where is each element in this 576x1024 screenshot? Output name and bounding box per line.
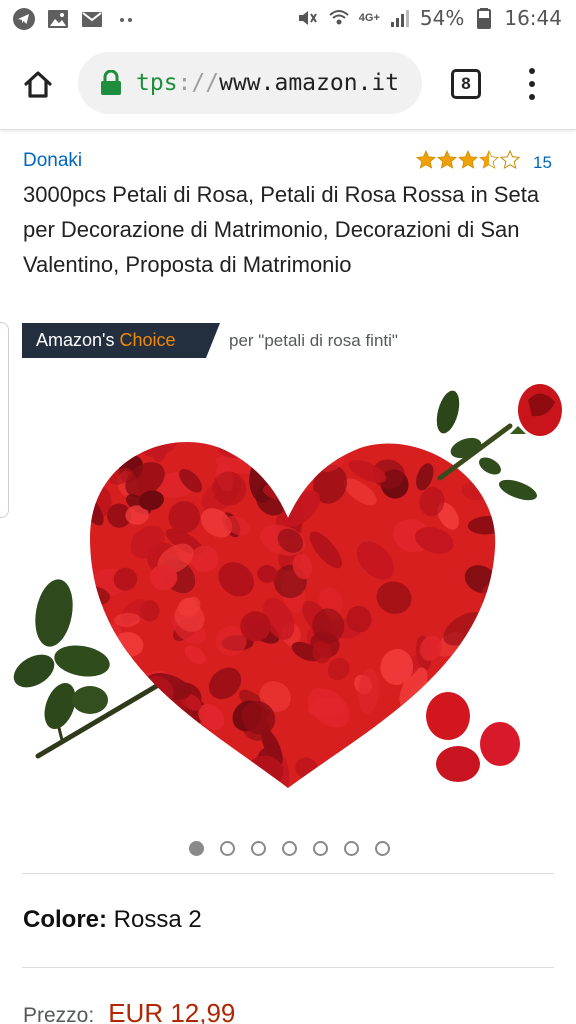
- home-button[interactable]: [16, 62, 60, 106]
- badge-text: Amazon's Choice: [36, 330, 176, 351]
- product-title: 3000pcs Petali di Rosa, Petali di Rosa R…: [23, 182, 540, 277]
- pager-dot[interactable]: [220, 841, 235, 856]
- image-icon: [48, 10, 68, 28]
- menu-dot: [529, 68, 535, 74]
- review-count[interactable]: 15: [533, 153, 552, 173]
- rose-petal: [388, 738, 404, 778]
- price-value: EUR 12,99: [108, 998, 236, 1024]
- mute-icon: [298, 11, 317, 25]
- more-dots-icon: [120, 18, 132, 22]
- rose-petal: [240, 611, 271, 642]
- rose-petal: [401, 773, 425, 788]
- rose-petal: [90, 735, 111, 761]
- mail-icon: [82, 12, 102, 27]
- battery-icon: [477, 8, 492, 29]
- rose-petal: [405, 744, 421, 784]
- rose-petal: [115, 738, 149, 782]
- rose-petal: [200, 754, 225, 787]
- pager-dot[interactable]: [313, 841, 328, 856]
- browser-menu-button[interactable]: [518, 64, 546, 104]
- tab-count: 8: [461, 74, 471, 93]
- network-type: 4G+: [358, 12, 380, 24]
- color-label: Colore:: [23, 906, 107, 933]
- wifi-calling-icon: [329, 10, 349, 25]
- rose-petal: [332, 759, 370, 788]
- loose-petal: [436, 746, 480, 782]
- product-image[interactable]: [10, 378, 566, 818]
- pager-dot[interactable]: [282, 841, 297, 856]
- menu-dot: [529, 81, 535, 87]
- rose-petal: [471, 639, 496, 670]
- star-full-icon: [458, 150, 478, 169]
- pager-dot[interactable]: [189, 841, 204, 856]
- loose-petal: [480, 722, 520, 766]
- rose-petal: [243, 442, 280, 458]
- rose-petal: [279, 460, 304, 481]
- rose-petal: [383, 745, 415, 778]
- tab-switcher-button[interactable]: 8: [451, 69, 481, 99]
- address-bar[interactable]: tps://www.amazon.it: [78, 52, 422, 114]
- badge-highlight: Choice: [119, 330, 176, 350]
- stars: [416, 150, 520, 169]
- badge-prefix: Amazon's: [36, 330, 115, 350]
- price-label: Prezzo:: [23, 1004, 95, 1024]
- rose-petal: [129, 720, 160, 755]
- loose-petal: [426, 692, 470, 740]
- rose-petal: [378, 766, 406, 788]
- pager-dot[interactable]: [344, 841, 359, 856]
- battery-percent: 54%: [419, 6, 465, 30]
- brand-link[interactable]: Donaki: [23, 150, 82, 172]
- url-separator: ://: [177, 70, 220, 96]
- color-value: Rossa 2: [113, 906, 202, 933]
- rose-petal: [101, 743, 120, 788]
- lock-icon: [101, 70, 121, 95]
- status-bar: 4G+ 54% 16:44: [0, 0, 576, 38]
- image-pager: [189, 841, 390, 856]
- rose-petal: [174, 756, 203, 784]
- rose-petal: [106, 748, 139, 776]
- pager-dot[interactable]: [251, 841, 266, 856]
- rose-petal: [90, 757, 108, 788]
- pager-dot[interactable]: [375, 841, 390, 856]
- divider: [22, 873, 554, 874]
- signal-icon: [390, 10, 409, 27]
- star-empty-icon: [500, 150, 520, 169]
- home-icon: [24, 71, 52, 98]
- star-full-icon: [437, 150, 457, 169]
- price-row: Prezzo: EUR 12,99: [23, 998, 235, 1024]
- url-host: www.amazon.it: [219, 70, 400, 96]
- star-half-icon: [479, 150, 499, 169]
- telegram-icon: [13, 8, 35, 30]
- rose-petal: [369, 739, 403, 773]
- badge-query: per "petali di rosa finti": [229, 331, 398, 350]
- color-selector[interactable]: Colore: Rossa 2: [23, 906, 202, 934]
- side-drawer-handle[interactable]: [0, 322, 9, 518]
- status-bar-left: [12, 7, 138, 31]
- clock: 16:44: [504, 6, 562, 30]
- star-full-icon: [416, 150, 436, 169]
- menu-dot: [529, 94, 535, 100]
- divider: [22, 967, 554, 968]
- rose-petal: [299, 442, 331, 463]
- rose-petal: [112, 715, 136, 739]
- rose-petal: [394, 747, 423, 772]
- status-bar-right: 4G+ 54% 16:44: [295, 6, 562, 30]
- url-scheme: tps: [136, 70, 178, 96]
- star-rating[interactable]: [416, 150, 520, 169]
- amazons-choice-badge: Amazon's Choice: [22, 323, 220, 358]
- browser-toolbar: tps://www.amazon.it 8: [0, 38, 576, 130]
